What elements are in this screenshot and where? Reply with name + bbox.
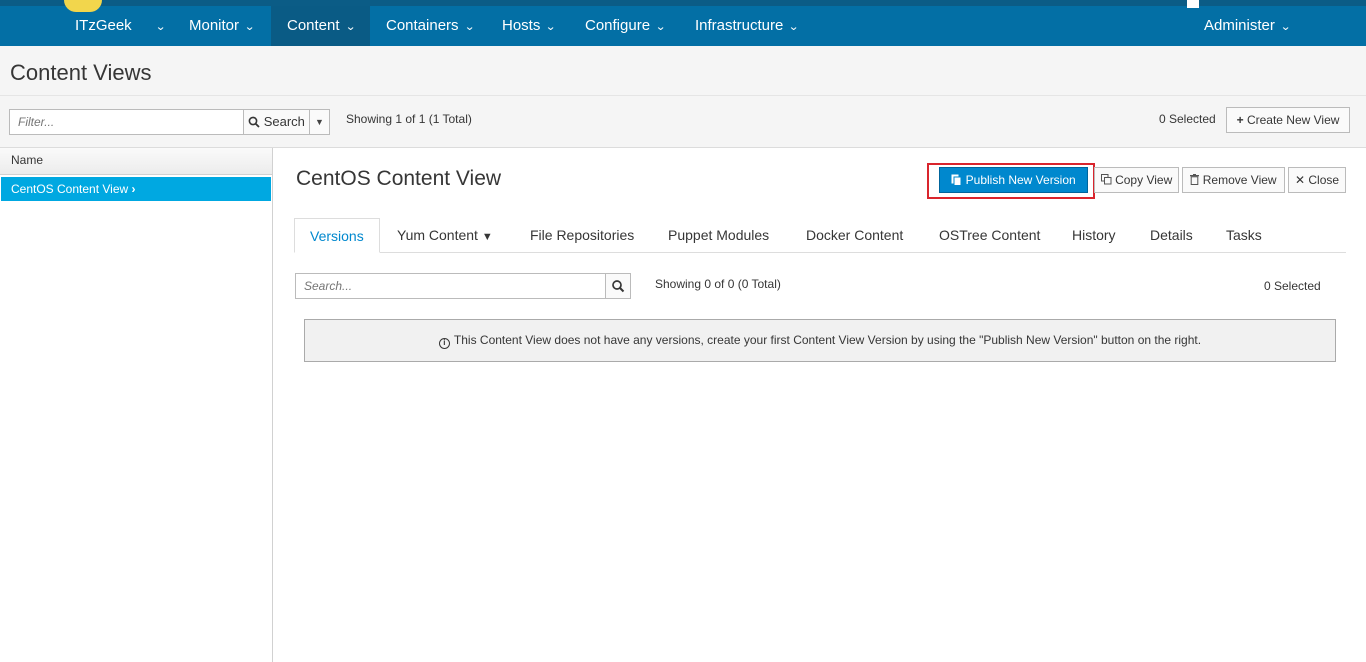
search-options-dropdown[interactable]: ▼ [309,109,330,135]
tab-label: Puppet Modules [668,227,770,243]
tab-yum-content[interactable]: Yum Content ▼ [382,218,508,253]
content-view-list: Name CentOS Content View › [0,148,273,662]
close-label: Close [1308,173,1340,187]
chevron-down-icon: ▼ [481,231,493,243]
search-icon [612,280,625,293]
tab-label: History [1072,227,1116,243]
versions-search-input[interactable] [295,273,606,299]
tab-file-repositories[interactable]: File Repositories [515,218,649,253]
nav-label: Hosts [502,17,541,34]
create-new-view-label: Create New View [1246,113,1340,127]
alert-text: This Content View does not have any vers… [453,333,1202,347]
tab-label: Docker Content [806,227,904,243]
nav-containers[interactable]: Containers ⌄ [370,6,490,46]
top-navbar: ITzGeek ⌄ Monitor ⌄ Content ⌄ Containers ⌄ H… [0,0,1366,46]
selected-count: 0 Selected [1159,112,1216,126]
create-new-view-button[interactable]: + Create New View [1226,107,1350,133]
detail-title: CentOS Content View [296,167,502,190]
nav-label: Administer [1204,17,1275,34]
tab-ostree-content[interactable]: OSTree Content [924,218,1055,253]
list-item[interactable]: CentOS Content View › [1,177,271,201]
nav-configure[interactable]: Configure ⌄ [569,6,681,46]
nav-content[interactable]: Content ⌄ [271,6,370,46]
tab-label: File Repositories [530,227,635,243]
column-header-name[interactable]: Name [0,148,272,175]
chevron-down-icon: ⌄ [788,21,800,33]
search-button-label: Search [263,114,305,129]
page-title: Content Views [10,60,152,85]
search-button[interactable]: Search [243,109,310,135]
tab-docker-content[interactable]: Docker Content [791,218,918,253]
nav-administer[interactable]: Administer ⌄ [1188,6,1306,46]
chevron-down-icon: ⌄ [463,21,475,33]
tab-label: Tasks [1226,227,1262,243]
nav-org-menu[interactable]: ITzGeek ⌄ [59,6,166,46]
nav-monitor[interactable]: Monitor ⌄ [173,6,270,46]
publish-new-version-button[interactable]: Publish New Version [939,167,1088,193]
chevron-down-icon: ⌄ [344,21,356,33]
tab-label: Yum Content [397,227,478,243]
chevron-down-icon: ⌄ [655,21,667,33]
remove-view-button[interactable]: Remove View [1182,167,1285,193]
chevron-down-icon: ⌄ [1279,21,1291,33]
copy-icon [1100,174,1112,185]
info-icon: i [438,338,450,349]
tab-history[interactable]: History [1057,218,1131,253]
tab-label: Versions [310,228,364,244]
page-header: Content Views [0,46,1366,96]
caret-down-icon: ▼ [315,117,324,127]
versions-search-button[interactable] [605,273,631,299]
filter-input[interactable] [9,109,244,135]
detail-tabs: Versions Yum Content ▼ File Repositories… [294,218,1346,253]
nav-label: Configure [585,17,651,34]
publish-icon [951,174,962,186]
chevron-down-icon: ⌄ [545,21,557,33]
nav-infrastructure[interactable]: Infrastructure ⌄ [679,6,815,46]
list-item-label: CentOS Content View [11,182,129,196]
copy-view-label: Copy View [1115,173,1173,187]
tab-label: Details [1150,227,1193,243]
close-icon: ✕ [1294,173,1306,187]
close-button[interactable]: ✕ Close [1288,167,1346,193]
copy-view-button[interactable]: Copy View [1094,167,1179,193]
remove-view-label: Remove View [1202,173,1277,187]
nav-hosts[interactable]: Hosts ⌄ [486,6,572,46]
nav-label: Content [287,17,340,34]
trash-icon [1190,174,1200,185]
versions-result-count: Showing 0 of 0 (0 Total) [655,277,781,291]
result-count: Showing 1 of 1 (1 Total) [346,112,472,126]
chevron-right-icon: › [131,182,136,196]
nav-label: Containers [386,17,459,34]
chevron-down-icon: ⌄ [244,21,256,33]
versions-selected-count: 0 Selected [1264,279,1321,293]
empty-versions-alert: i This Content View does not have any ver… [304,319,1336,362]
tab-label: OSTree Content [939,227,1041,243]
chevron-down-icon: ⌄ [154,21,166,33]
tab-versions[interactable]: Versions [294,218,380,253]
nav-label: Monitor [189,17,240,34]
tab-tasks[interactable]: Tasks [1211,218,1277,253]
nav-label: ITzGeek [75,17,132,34]
list-toolbar: Search ▼ Showing 1 of 1 (1 Total) 0 Sele… [0,96,1366,148]
plus-icon: + [1236,113,1244,127]
tab-details[interactable]: Details [1135,218,1208,253]
tab-puppet-modules[interactable]: Puppet Modules [653,218,784,253]
search-icon [248,116,260,128]
publish-new-version-label: Publish New Version [965,173,1076,187]
nav-label: Infrastructure [695,17,784,34]
